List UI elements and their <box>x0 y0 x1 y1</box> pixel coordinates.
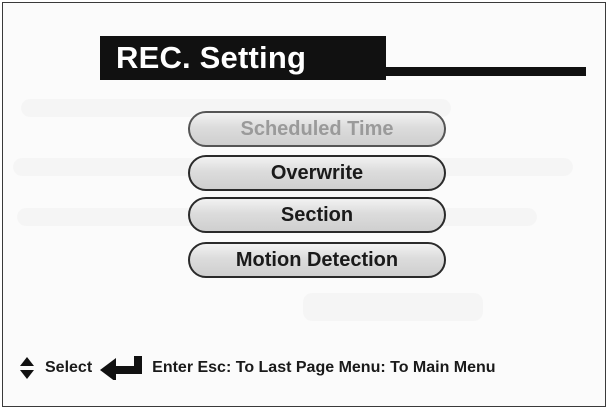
up-down-arrow-icon <box>20 357 34 379</box>
menu-item-scheduled-time[interactable]: Scheduled Time <box>188 111 446 147</box>
menu-item-motion-detection[interactable]: Motion Detection <box>188 242 446 278</box>
page-header: REC. Setting <box>100 36 586 80</box>
menu-item-section[interactable]: Section <box>188 197 446 233</box>
osd-screen: REC. Setting Scheduled Time Overwrite Se… <box>2 2 606 407</box>
menu-item-overwrite[interactable]: Overwrite <box>188 155 446 191</box>
navigation-hints-label: Enter Esc: To Last Page Menu: To Main Me… <box>152 359 496 376</box>
background-texture <box>303 293 483 321</box>
enter-arrow-icon <box>100 356 143 380</box>
page-title: REC. Setting <box>100 36 386 80</box>
select-hint-label: Select <box>45 359 93 376</box>
title-underline <box>386 67 586 76</box>
key-hint-bar: Select Enter Esc: To Last Page Menu: To … <box>20 355 592 381</box>
